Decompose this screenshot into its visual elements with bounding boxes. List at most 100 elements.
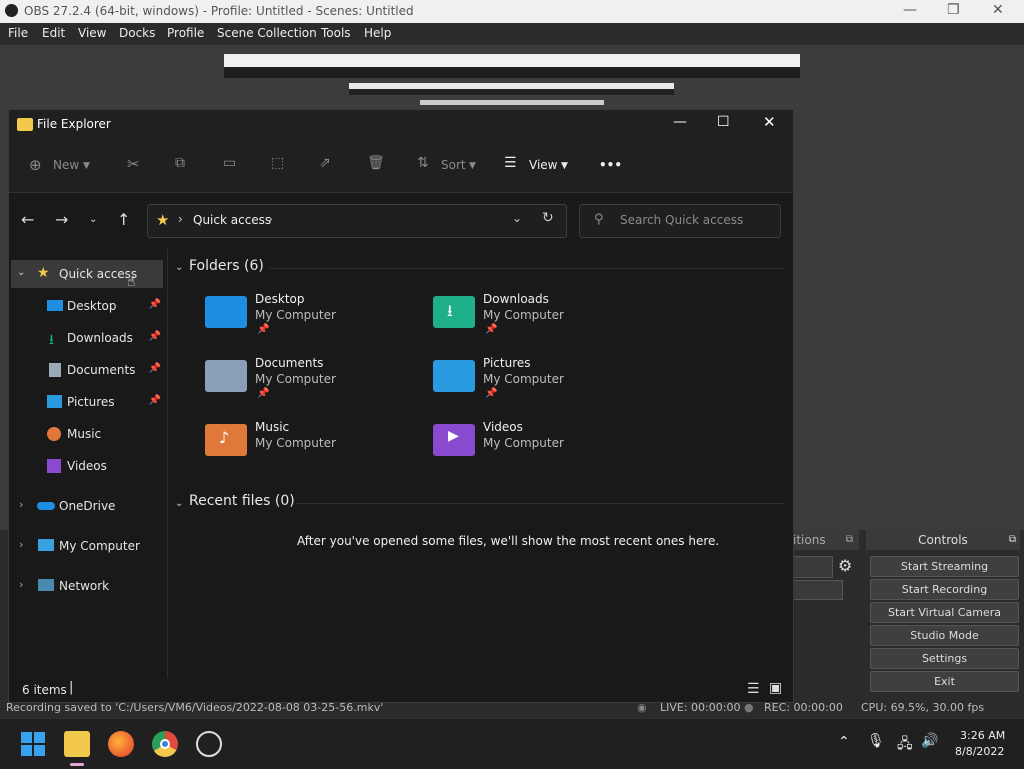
nav-onedrive[interactable]: › OneDrive	[9, 492, 165, 520]
nav-label: My Computer	[59, 539, 140, 553]
nav-label: Pictures	[67, 395, 115, 409]
menu-profile[interactable]: Profile	[167, 26, 204, 40]
new-button[interactable]: New	[53, 158, 79, 172]
close-icon[interactable]: ✕	[763, 113, 776, 131]
details-view-icon[interactable]: ☰	[747, 681, 760, 697]
refresh-icon[interactable]: ↻	[542, 210, 554, 226]
explorer-title: File Explorer	[37, 117, 111, 131]
up-arrow-icon[interactable]: ↑	[117, 210, 130, 229]
share-icon[interactable]: ⇗	[319, 155, 331, 171]
folder-location: My Computer	[483, 436, 564, 450]
menu-help[interactable]: Help	[364, 26, 391, 40]
clock-time[interactable]: 3:26 AM	[960, 729, 1005, 742]
chrome-icon[interactable]	[152, 731, 178, 757]
pin-icon[interactable]: 📌	[149, 299, 161, 310]
chevron-right-icon[interactable]: ›	[19, 578, 23, 591]
nav-documents[interactable]: Documents 📌	[9, 356, 165, 384]
maximize-icon[interactable]: ☐	[717, 114, 730, 130]
nav-network[interactable]: › Network	[9, 572, 165, 600]
copy-icon[interactable]: ⧉	[175, 155, 185, 171]
transition-select[interactable]	[793, 556, 833, 578]
start-recording-button[interactable]: Start Recording	[870, 579, 1019, 600]
duration-field[interactable]	[793, 580, 843, 600]
folder-music[interactable]: ♪ Music My Computer	[205, 420, 425, 476]
downloads-folder-icon	[433, 296, 475, 328]
address-dropdown-icon[interactable]: ⌄	[512, 211, 522, 225]
folder-pictures[interactable]: Pictures My Computer 📌	[433, 356, 653, 412]
menu-docks[interactable]: Docks	[119, 26, 155, 40]
clock-date[interactable]: 8/8/2022	[955, 745, 1004, 758]
gear-icon[interactable]: ⚙	[838, 556, 858, 576]
obs-taskbar-icon[interactable]	[196, 731, 222, 757]
minimize-icon[interactable]: —	[903, 2, 917, 18]
star-icon: ★	[156, 211, 170, 229]
view-button[interactable]: View	[529, 158, 557, 172]
chevron-up-icon[interactable]: ⌃	[838, 734, 850, 750]
active-indicator	[70, 763, 84, 766]
paste-icon[interactable]: ▭	[223, 155, 236, 171]
nav-quick-access[interactable]: ⌄ ★ Quick access ☝	[11, 260, 163, 290]
breadcrumb-chevron-icon[interactable]: ›	[268, 212, 273, 226]
nav-my-computer[interactable]: › My Computer	[9, 532, 165, 560]
dock-float-icon[interactable]: ⧉	[846, 530, 853, 550]
search-input[interactable]: ⚲ Search Quick access	[579, 204, 781, 238]
pin-icon[interactable]: 📌	[149, 363, 161, 374]
start-streaming-button[interactable]: Start Streaming	[870, 556, 1019, 577]
nav-downloads[interactable]: ⭳ Downloads 📌	[9, 324, 165, 352]
recent-locations-icon[interactable]: ⌄	[89, 214, 97, 225]
pin-icon[interactable]: 📌	[149, 395, 161, 406]
exit-button[interactable]: Exit	[870, 671, 1019, 692]
studio-mode-button[interactable]: Studio Mode	[870, 625, 1019, 646]
new-plus-icon[interactable]: ⊕	[29, 156, 42, 174]
chevron-down-icon[interactable]: ⌄	[175, 498, 183, 509]
network-icon[interactable]: 🖧	[897, 733, 913, 757]
folder-videos[interactable]: ▶ Videos My Computer	[433, 420, 653, 476]
nav-desktop[interactable]: Desktop 📌	[9, 292, 165, 320]
sort-button[interactable]: Sort	[441, 158, 466, 172]
start-virtual-camera-button[interactable]: Start Virtual Camera	[870, 602, 1019, 623]
address-bar[interactable]: ★ › Quick access › ⌄ ↻	[147, 204, 567, 238]
maximize-icon[interactable]: ❐	[947, 2, 960, 18]
menu-edit[interactable]: Edit	[42, 26, 65, 40]
pin-icon[interactable]: 📌	[149, 331, 161, 342]
sort-icon[interactable]: ⇅	[417, 155, 429, 171]
back-arrow-icon[interactable]: ←	[21, 210, 34, 229]
menu-file[interactable]: File	[8, 26, 28, 40]
nav-videos[interactable]: Videos	[9, 452, 165, 480]
delete-icon[interactable]: 🗑	[367, 155, 385, 171]
content-pane: ⌄ Folders (6) Desktop My Computer 📌 ⭳ Do…	[169, 248, 791, 678]
menu-scene-collection[interactable]: Scene Collection	[217, 26, 317, 40]
folder-desktop[interactable]: Desktop My Computer 📌	[205, 292, 425, 348]
obs-window-title: OBS 27.2.4 (64-bit, windows) - Profile: …	[24, 4, 414, 18]
rename-icon[interactable]: ⬚	[271, 155, 284, 171]
settings-button[interactable]: Settings	[870, 648, 1019, 669]
minimize-icon[interactable]: —	[673, 114, 687, 130]
dock-float-icon[interactable]: ⧉	[1009, 530, 1016, 550]
volume-icon[interactable]: 🔊	[921, 733, 938, 749]
breadcrumb-quick-access[interactable]: Quick access	[193, 213, 271, 227]
chevron-right-icon[interactable]: ›	[19, 498, 23, 511]
forward-arrow-icon[interactable]: →	[55, 210, 68, 229]
nav-pictures[interactable]: Pictures 📌	[9, 388, 165, 416]
menu-view[interactable]: View	[78, 26, 106, 40]
obs-menu-bar: File Edit View Docks Profile Scene Colle…	[0, 23, 1024, 45]
chevron-down-icon[interactable]: ⌄	[17, 267, 25, 278]
chevron-right-icon[interactable]: ›	[19, 538, 23, 551]
recent-files-section-header[interactable]: Recent files (0)	[189, 493, 295, 509]
folder-downloads[interactable]: ⭳ Downloads My Computer 📌	[433, 292, 653, 348]
chevron-down-icon[interactable]: ⌄	[175, 262, 183, 273]
nav-music[interactable]: Music	[9, 420, 165, 448]
file-explorer-taskbar-icon[interactable]	[64, 731, 90, 757]
microphone-icon[interactable]: 🎙	[867, 733, 885, 749]
view-icon[interactable]: ☰	[504, 155, 517, 171]
nav-label: Quick access	[59, 267, 138, 281]
folder-documents[interactable]: Documents My Computer 📌	[205, 356, 425, 412]
folders-section-header[interactable]: Folders (6)	[189, 258, 264, 274]
tiles-view-icon[interactable]: ▣	[769, 680, 782, 696]
cut-icon[interactable]: ✂	[127, 155, 140, 173]
firefox-icon[interactable]	[108, 731, 134, 757]
menu-tools[interactable]: Tools	[321, 26, 351, 40]
more-options-button[interactable]: •••	[599, 158, 622, 172]
start-windows-icon[interactable]	[20, 731, 46, 757]
close-icon[interactable]: ✕	[992, 2, 1004, 18]
